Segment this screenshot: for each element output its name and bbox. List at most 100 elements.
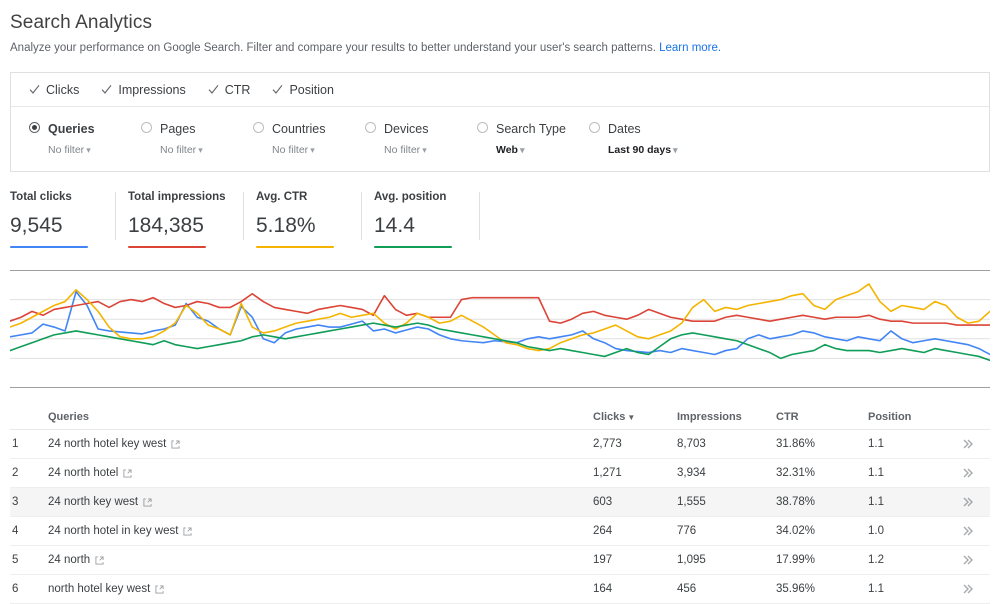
sort-desc-icon: ▼ — [627, 412, 636, 422]
metric-card-avg-ctr[interactable]: Avg. CTR 5.18% — [256, 190, 361, 249]
checkmark-icon — [29, 84, 40, 95]
external-link-icon[interactable] — [171, 440, 180, 449]
dimension-filter-value-countries: No filter — [272, 144, 309, 156]
row-actions[interactable] — [944, 525, 990, 537]
radio-search-type[interactable] — [477, 122, 488, 133]
external-link-icon[interactable] — [183, 527, 192, 536]
header-query[interactable]: Queries — [48, 411, 593, 423]
radio-queries[interactable] — [29, 122, 40, 133]
dimension-label-dates[interactable]: Dates — [608, 122, 641, 136]
external-link-icon[interactable] — [123, 469, 132, 478]
row-query-text: 24 north hotel in key west — [48, 525, 179, 538]
dimension-pages[interactable]: Pages No filter ▾ — [141, 119, 253, 157]
dimension-devices[interactable]: Devices No filter ▾ — [365, 119, 477, 157]
dimension-queries[interactable]: Queries No filter ▾ — [29, 119, 141, 157]
chart-canvas[interactable] — [10, 270, 990, 389]
radio-dates[interactable] — [589, 122, 600, 133]
row-query[interactable]: 24 north hotel — [48, 467, 593, 479]
row-index: 2 — [12, 467, 19, 480]
row-query[interactable]: north hotel key west — [48, 583, 593, 595]
checkmark-icon — [208, 84, 219, 95]
expand-row-icon[interactable] — [962, 583, 974, 595]
dimension-filter-value-devices: No filter — [384, 144, 421, 156]
table-row[interactable]: 6 north hotel key west 164 456 35.96% 1.1 — [10, 575, 990, 604]
metric-card-total-impressions[interactable]: Total impressions 184,385 — [128, 190, 243, 249]
row-actions[interactable] — [944, 554, 990, 566]
dimension-filter-countries[interactable]: No filter ▾ — [272, 144, 326, 157]
row-clicks: 603 — [593, 496, 613, 509]
row-query[interactable]: 24 north key west — [48, 496, 593, 508]
dimension-search-type[interactable]: Search Type Web ▾ — [477, 119, 589, 157]
radio-countries[interactable] — [253, 122, 264, 133]
expand-row-icon[interactable] — [962, 438, 974, 450]
table-row[interactable]: 4 24 north hotel in key west 264 776 34.02% 1… — [10, 517, 990, 547]
header-clicks[interactable]: Clicks ▼ — [593, 411, 677, 423]
metric-card-divider — [479, 192, 480, 241]
metric-toggle-label: CTR — [224, 82, 251, 97]
learn-more-link[interactable]: Learn more. — [659, 42, 721, 54]
header-ctr[interactable]: CTR — [776, 411, 868, 423]
dimension-label-search-type[interactable]: Search Type — [496, 122, 566, 136]
row-actions[interactable] — [944, 496, 990, 508]
row-ctr: 35.96% — [776, 583, 816, 596]
dimension-filter-search-type[interactable]: Web ▾ — [496, 144, 566, 157]
dimension-label-devices[interactable]: Devices — [384, 122, 428, 136]
header-position[interactable]: Position — [868, 411, 944, 423]
expand-row-icon[interactable] — [962, 554, 974, 566]
metric-toggle-ctr[interactable]: CTR — [208, 82, 251, 97]
performance-chart[interactable] — [10, 270, 990, 389]
row-ctr: 17.99% — [776, 554, 816, 567]
row-query-text: 24 north — [48, 554, 91, 567]
table-body: 1 24 north hotel key west 2,773 8,703 31.86%… — [10, 430, 990, 604]
external-link-icon[interactable] — [155, 585, 164, 594]
table-row[interactable]: 1 24 north hotel key west 2,773 8,703 31.86%… — [10, 430, 990, 460]
dimension-filter-devices[interactable]: No filter ▾ — [384, 144, 428, 157]
dimension-label-countries[interactable]: Countries — [272, 122, 326, 136]
row-impressions: 776 — [677, 525, 697, 538]
chevron-down-icon: ▾ — [673, 145, 678, 155]
metric-card-total-clicks[interactable]: Total clicks 9,545 — [10, 190, 115, 249]
expand-row-icon[interactable] — [962, 496, 974, 508]
metric-card-avg-position[interactable]: Avg. position 14.4 — [374, 190, 479, 249]
expand-row-icon[interactable] — [962, 525, 974, 537]
filter-panel: Clicks Impressions CTR Position Queries No f… — [10, 72, 990, 173]
radio-pages[interactable] — [141, 122, 152, 133]
table-row[interactable]: 2 24 north hotel 1,271 3,934 32.31% 1.1 — [10, 459, 990, 489]
row-ctr: 31.86% — [776, 438, 816, 451]
dimension-dates[interactable]: Dates Last 90 days ▾ — [589, 119, 739, 157]
header-impressions[interactable]: Impressions — [677, 411, 776, 423]
row-index: 3 — [12, 496, 19, 509]
row-index: 4 — [12, 525, 19, 538]
metric-toggle-position[interactable]: Position — [272, 82, 334, 97]
row-actions[interactable] — [944, 583, 990, 595]
row-query-text: 24 north hotel — [48, 467, 119, 480]
row-query-text: north hotel key west — [48, 583, 151, 596]
external-link-icon[interactable] — [95, 556, 104, 565]
dimension-countries[interactable]: Countries No filter ▾ — [253, 119, 365, 157]
row-query[interactable]: 24 north hotel key west — [48, 438, 593, 450]
row-actions[interactable] — [944, 438, 990, 450]
dimension-filter-queries[interactable]: No filter ▾ — [48, 144, 95, 157]
row-impressions: 8,703 — [677, 438, 706, 451]
row-clicks: 264 — [593, 525, 613, 538]
row-clicks: 164 — [593, 583, 613, 596]
metric-card-value: 9,545 — [10, 214, 63, 238]
radio-devices[interactable] — [365, 122, 376, 133]
metric-toggle-clicks[interactable]: Clicks — [29, 83, 79, 97]
metric-toggle-label: Position — [289, 82, 334, 97]
dimension-filter-pages[interactable]: No filter ▾ — [160, 144, 203, 157]
expand-row-icon[interactable] — [962, 467, 974, 479]
row-query[interactable]: 24 north hotel in key west — [48, 525, 593, 537]
external-link-icon[interactable] — [143, 498, 152, 507]
table-row[interactable]: 3 24 north key west 603 1,555 38.78% 1.1 — [10, 488, 990, 518]
dimension-filter-dates[interactable]: Last 90 days ▾ — [608, 144, 678, 157]
metric-toggle-impressions[interactable]: Impressions — [101, 83, 186, 97]
dimension-label-queries[interactable]: Queries — [48, 122, 95, 136]
row-query[interactable]: 24 north — [48, 554, 593, 566]
metric-card-underline — [374, 246, 452, 249]
row-actions[interactable] — [944, 467, 990, 479]
row-index: 6 — [12, 583, 19, 596]
dimension-row: Queries No filter ▾ Pages No filter ▾ Countrie… — [11, 107, 989, 171]
table-row[interactable]: 5 24 north 197 1,095 17.99% 1.2 — [10, 546, 990, 576]
dimension-label-pages[interactable]: Pages — [160, 122, 195, 136]
